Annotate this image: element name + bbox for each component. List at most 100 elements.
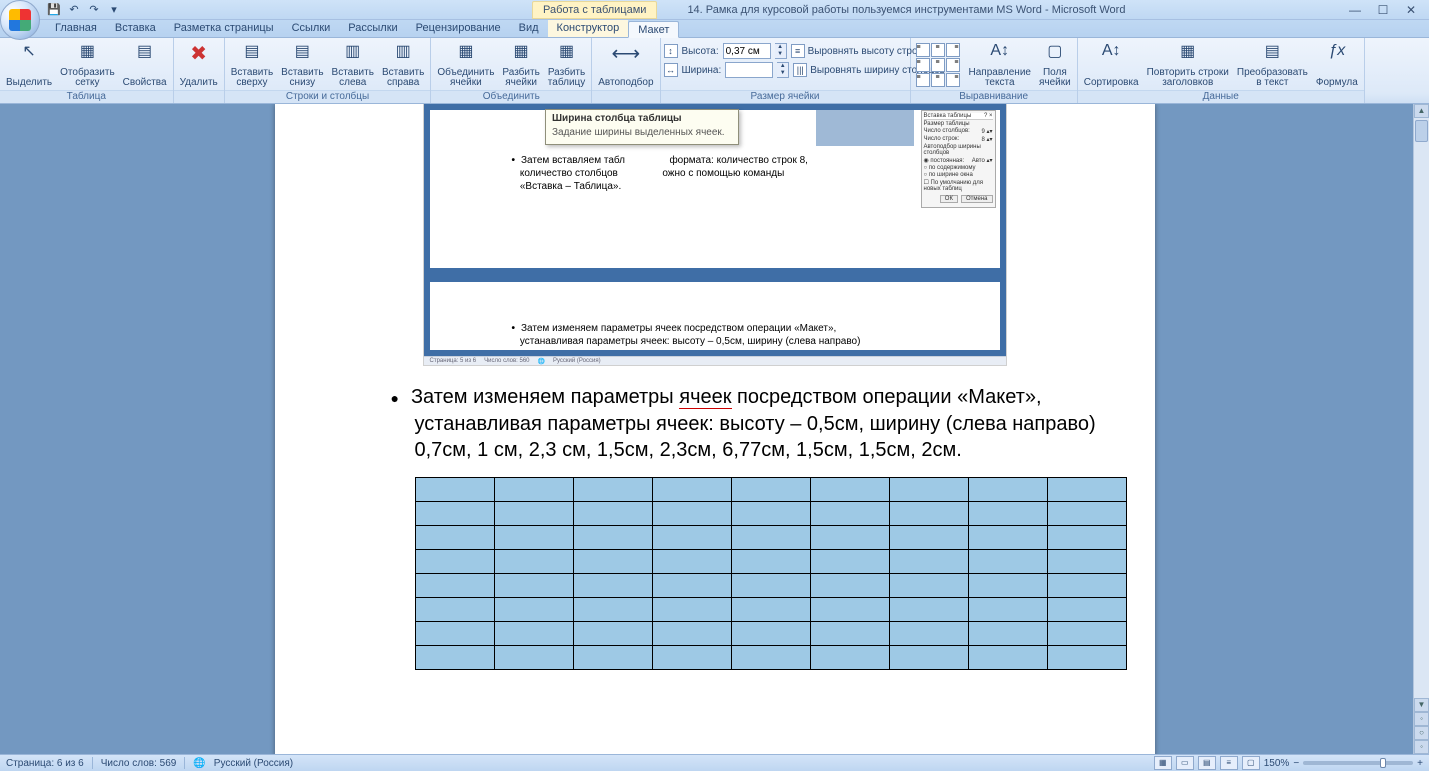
view-outline[interactable]: ≡ [1220, 756, 1238, 770]
table-cell[interactable] [652, 550, 731, 574]
insert-below-button[interactable]: ▤Вставить снизу [278, 40, 326, 90]
split-table-button[interactable]: ▦Разбить таблицу [545, 40, 588, 90]
table-cell[interactable] [731, 646, 810, 670]
align-mc[interactable]: ≡ [931, 58, 945, 72]
table-cell[interactable] [731, 622, 810, 646]
merge-cells-button[interactable]: ▦Объединить ячейки [434, 40, 497, 90]
scroll-thumb[interactable] [1415, 120, 1428, 142]
align-br[interactable]: ≡ [946, 73, 960, 87]
table-cell[interactable] [652, 574, 731, 598]
align-tl[interactable]: ≡ [916, 43, 930, 57]
zoom-slider[interactable] [1303, 761, 1413, 765]
maximize-button[interactable]: ☐ [1375, 2, 1391, 18]
table-cell[interactable] [889, 574, 968, 598]
table-cell[interactable] [415, 478, 494, 502]
properties-button[interactable]: ▤Свойства [120, 40, 170, 90]
table-cell[interactable] [415, 550, 494, 574]
table-cell[interactable] [1047, 622, 1126, 646]
scroll-down-button[interactable]: ▼ [1414, 698, 1429, 712]
qat-dropdown-icon[interactable]: ▾ [106, 2, 122, 18]
proofing-icon[interactable]: 🌐 [193, 758, 205, 769]
align-ml[interactable]: ≡ [916, 58, 930, 72]
height-spinner[interactable]: ▲▼ [775, 43, 787, 59]
table-cell[interactable] [810, 598, 889, 622]
select-button[interactable]: ↖Выделить [3, 40, 55, 90]
align-bc[interactable]: ≡ [931, 73, 945, 87]
body-text[interactable]: ●Затем изменяем параметры ячеек посредст… [275, 366, 1155, 473]
table-cell[interactable] [889, 646, 968, 670]
insert-left-button[interactable]: ▥Вставить слева [329, 40, 377, 90]
table-cell[interactable] [1047, 598, 1126, 622]
table-cell[interactable] [810, 478, 889, 502]
tab-view[interactable]: Вид [510, 20, 548, 37]
tab-mailings[interactable]: Рассылки [339, 20, 406, 37]
tab-home[interactable]: Главная [46, 20, 106, 37]
table-cell[interactable] [494, 622, 573, 646]
table-cell[interactable] [573, 646, 652, 670]
table-cell[interactable] [810, 622, 889, 646]
table-cell[interactable] [573, 574, 652, 598]
table-cell[interactable] [889, 550, 968, 574]
convert-to-text-button[interactable]: ▤Преобразовать в текст [1234, 40, 1311, 90]
table-cell[interactable] [968, 574, 1047, 598]
sort-button[interactable]: A↕Сортировка [1081, 40, 1142, 90]
table-cell[interactable] [573, 526, 652, 550]
table-cell[interactable] [1047, 550, 1126, 574]
table-cell[interactable] [494, 646, 573, 670]
tab-design[interactable]: Конструктор [548, 20, 629, 37]
table-cell[interactable] [652, 526, 731, 550]
table-cell[interactable] [573, 550, 652, 574]
table-cell[interactable] [494, 478, 573, 502]
align-mr[interactable]: ≡ [946, 58, 960, 72]
table-cell[interactable] [415, 526, 494, 550]
table-cell[interactable] [810, 574, 889, 598]
tab-page-layout[interactable]: Разметка страницы [165, 20, 283, 37]
table-cell[interactable] [731, 598, 810, 622]
text-direction-button[interactable]: A↕Направление текста [966, 40, 1034, 90]
table-cell[interactable] [810, 502, 889, 526]
insert-right-button[interactable]: ▥Вставить справа [379, 40, 427, 90]
view-full-screen[interactable]: ▭ [1176, 756, 1194, 770]
table-cell[interactable] [731, 478, 810, 502]
table-cell[interactable] [810, 526, 889, 550]
tab-layout[interactable]: Макет [628, 21, 679, 38]
table-cell[interactable] [415, 502, 494, 526]
table-cell[interactable] [415, 598, 494, 622]
formula-button[interactable]: ƒxФормула [1313, 40, 1361, 90]
tab-references[interactable]: Ссылки [283, 20, 340, 37]
status-lang[interactable]: Русский (Россия) [214, 758, 293, 769]
view-draft[interactable]: ▢ [1242, 756, 1260, 770]
zoom-level[interactable]: 150% [1264, 758, 1290, 769]
width-spinner[interactable]: ▲▼ [777, 62, 789, 78]
table-cell[interactable] [415, 646, 494, 670]
table-cell[interactable] [573, 502, 652, 526]
minimize-button[interactable]: — [1347, 2, 1363, 18]
table-cell[interactable] [731, 502, 810, 526]
table-cell[interactable] [494, 574, 573, 598]
split-cells-button[interactable]: ▦Разбить ячейки [499, 40, 542, 90]
table-cell[interactable] [494, 598, 573, 622]
zoom-in-button[interactable]: + [1417, 758, 1423, 769]
table-cell[interactable] [415, 574, 494, 598]
table-cell[interactable] [889, 598, 968, 622]
office-button[interactable] [0, 0, 40, 40]
repeat-header-button[interactable]: ▦Повторить строки заголовков [1144, 40, 1232, 90]
table-cell[interactable] [968, 478, 1047, 502]
table-cell[interactable] [1047, 478, 1126, 502]
scroll-up-button[interactable]: ▲ [1414, 104, 1429, 118]
table-cell[interactable] [810, 550, 889, 574]
table-cell[interactable] [573, 622, 652, 646]
table-cell[interactable] [968, 622, 1047, 646]
table-cell[interactable] [494, 502, 573, 526]
close-button[interactable]: ✕ [1403, 2, 1419, 18]
zoom-out-button[interactable]: − [1293, 758, 1299, 769]
status-words[interactable]: Число слов: 569 [101, 758, 177, 769]
align-tr[interactable]: ≡ [946, 43, 960, 57]
redo-icon[interactable]: ↷ [86, 2, 102, 18]
table-cell[interactable] [889, 502, 968, 526]
delete-button[interactable]: ✖Удалить [177, 40, 221, 90]
table-cell[interactable] [968, 502, 1047, 526]
width-input[interactable] [725, 62, 773, 78]
prev-page-button[interactable]: ◦ [1414, 712, 1429, 726]
table-cell[interactable] [889, 478, 968, 502]
